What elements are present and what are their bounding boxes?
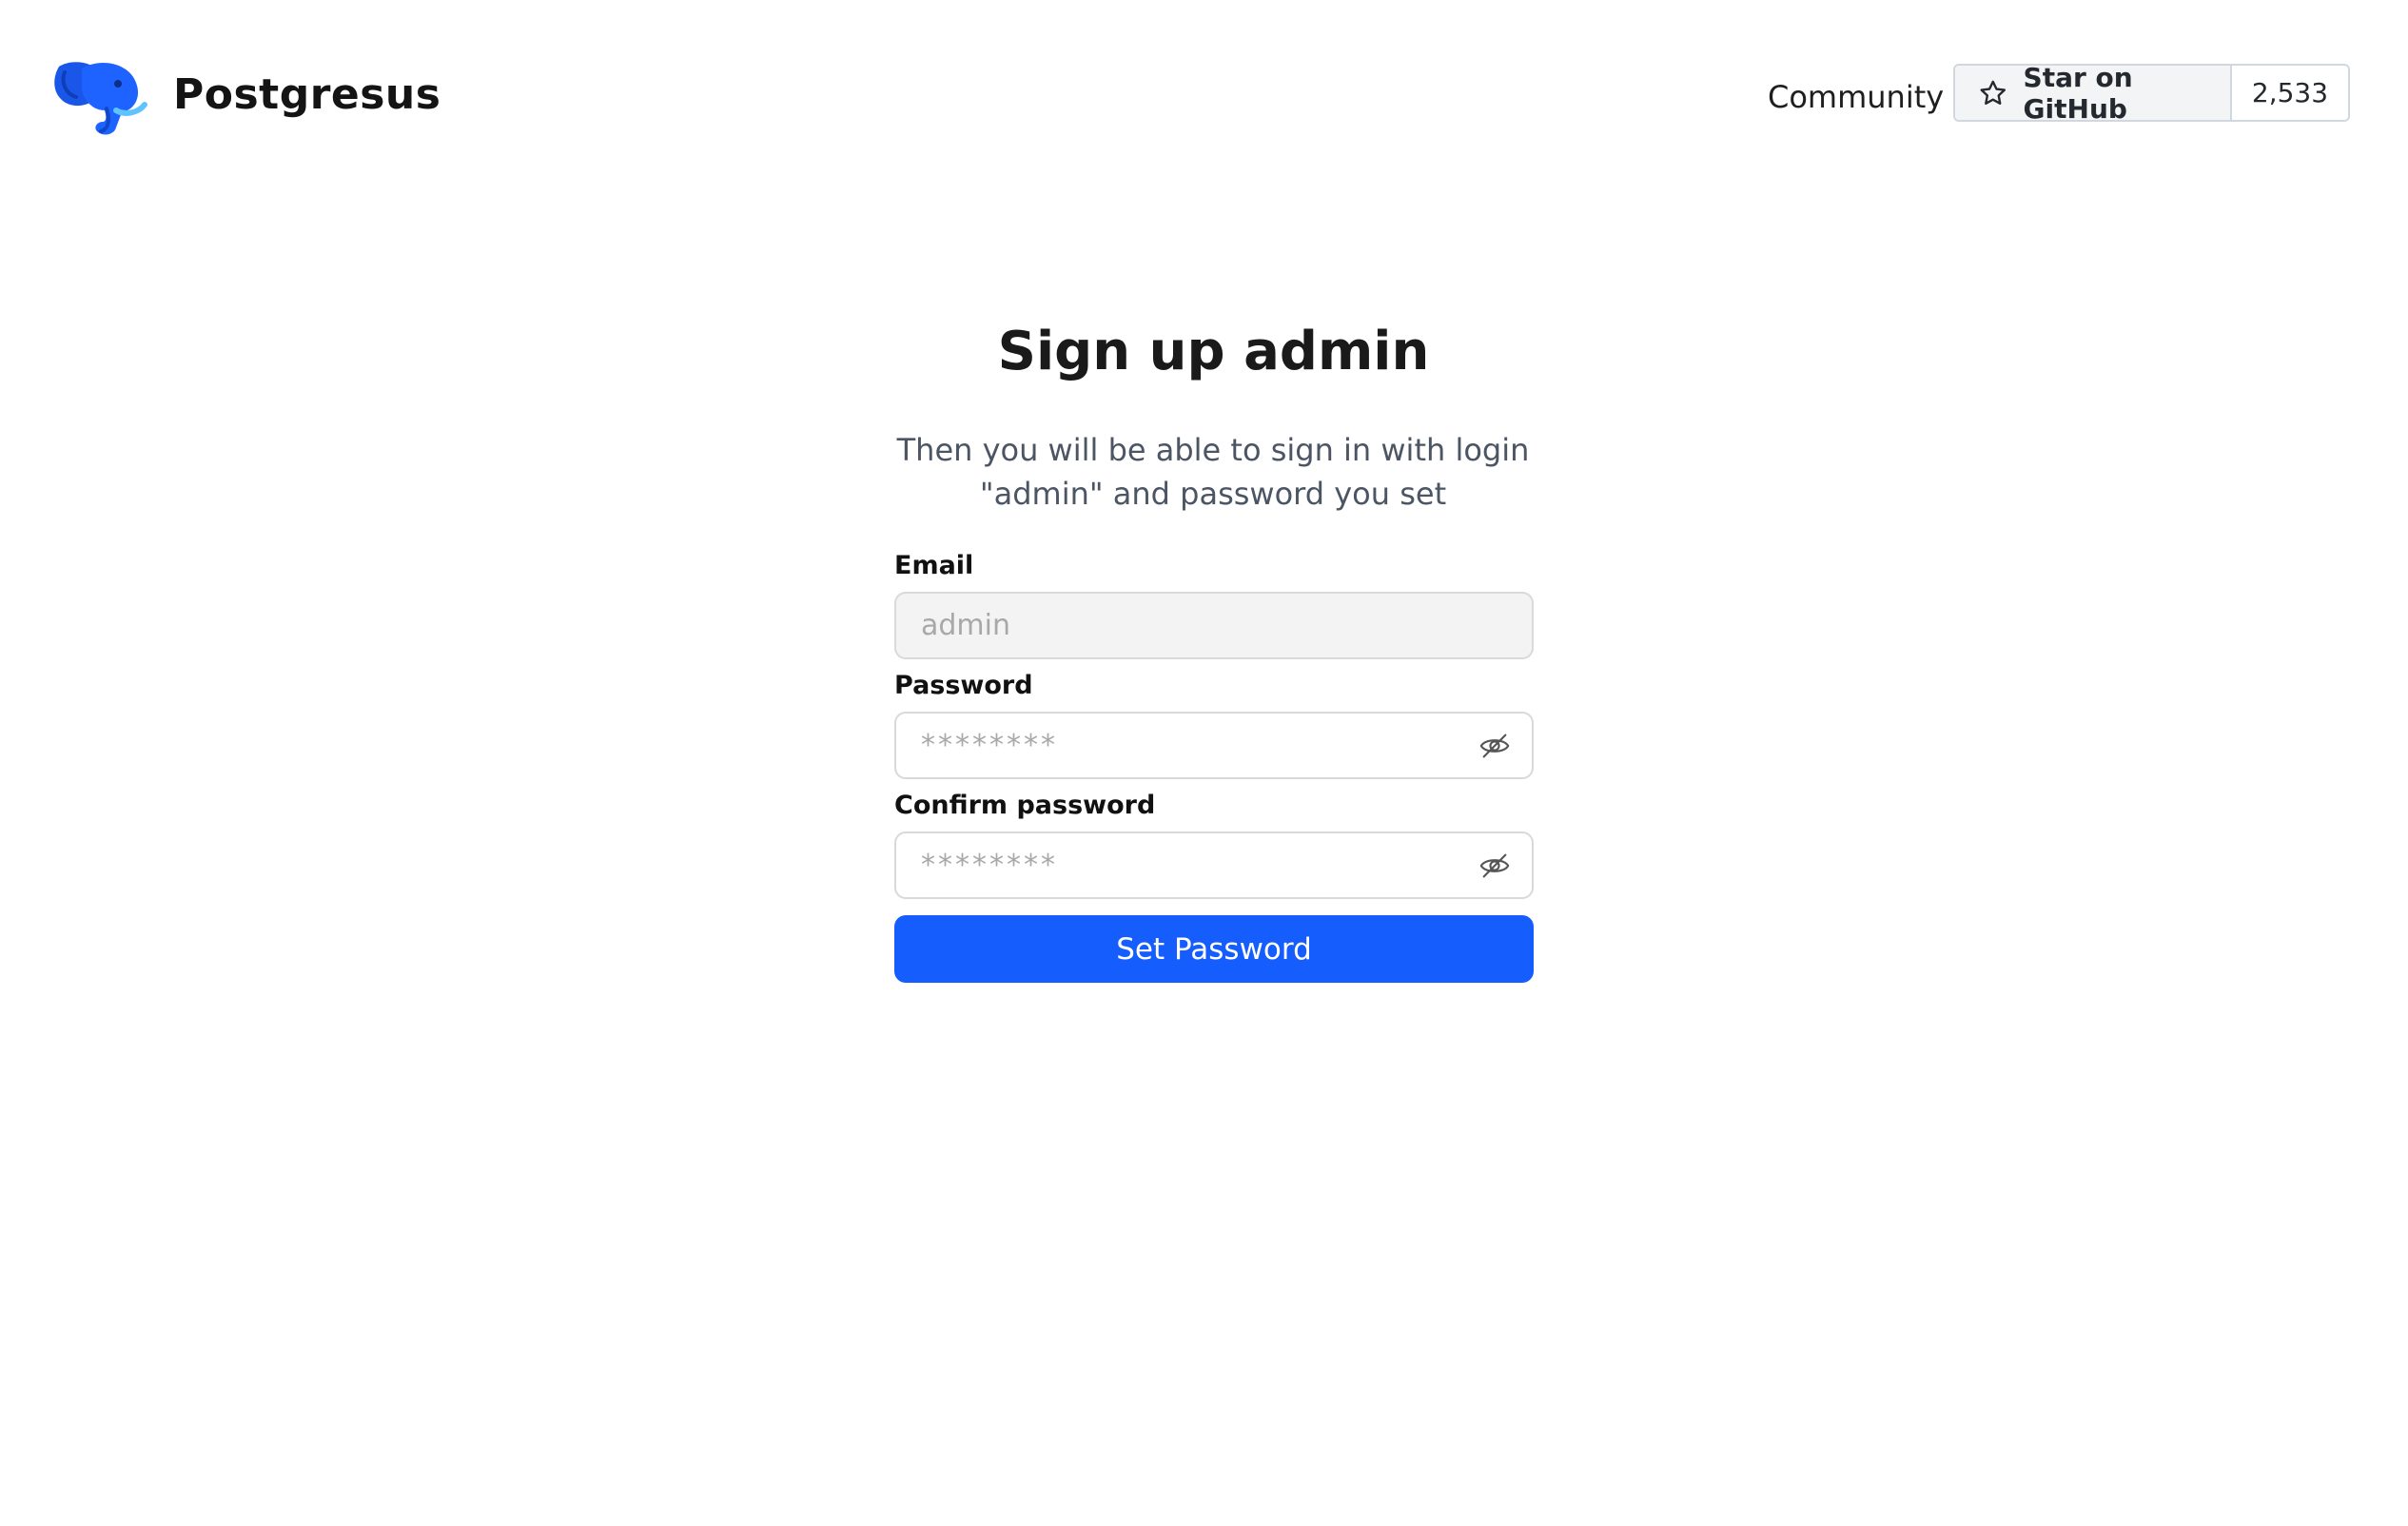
- github-star-label: Star on GitHub: [2023, 64, 2133, 122]
- confirm-password-field-wrapper: [894, 831, 1534, 899]
- email-field[interactable]: [894, 592, 1534, 659]
- star-icon: [1980, 80, 2007, 105]
- brand-name[interactable]: Postgresus: [173, 68, 440, 122]
- eye-off-icon[interactable]: [1478, 850, 1511, 882]
- top-header: Postgresus Community Star on GitHub 2,53…: [0, 0, 2408, 190]
- signup-form: Email Password Confirm password Set Pass…: [894, 549, 1534, 983]
- confirm-password-field[interactable]: [894, 831, 1534, 899]
- github-star-button[interactable]: Star on GitHub: [1955, 66, 2232, 120]
- confirm-password-label: Confirm password: [894, 791, 1156, 820]
- email-label: Email: [894, 551, 974, 580]
- password-label: Password: [894, 671, 1033, 700]
- password-field-wrapper: [894, 712, 1534, 779]
- page-title: Sign up admin: [997, 321, 1430, 382]
- community-link[interactable]: Community: [1768, 76, 1944, 118]
- github-star-count[interactable]: 2,533: [2232, 66, 2348, 120]
- email-field-wrapper: [894, 592, 1534, 659]
- password-field[interactable]: [894, 712, 1534, 779]
- set-password-button[interactable]: Set Password: [894, 915, 1534, 983]
- github-star-widget: Star on GitHub 2,533: [1953, 64, 2350, 122]
- eye-off-icon[interactable]: [1478, 730, 1511, 762]
- elephant-logo-icon[interactable]: [49, 53, 148, 137]
- page-subtitle: Then you will be able to sign in with lo…: [896, 432, 1530, 512]
